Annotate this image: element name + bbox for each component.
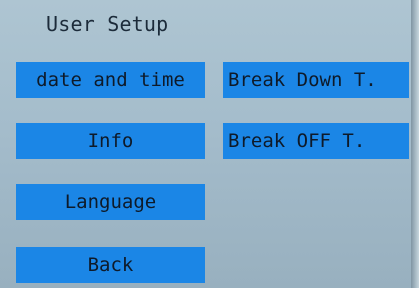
back-label: Back [87, 254, 134, 276]
break-down-time-label: Break Down T. [228, 69, 377, 91]
date-and-time-label: date and time [36, 69, 185, 91]
hmi-screen: User Setup date and time Break Down T. I… [0, 0, 419, 288]
break-off-time-label: Break OFF T. [228, 130, 366, 152]
language-label: Language [64, 191, 157, 213]
screen-bezel [411, 0, 419, 288]
date-and-time-button[interactable]: date and time [16, 62, 205, 98]
info-label: Info [87, 130, 134, 152]
info-button[interactable]: Info [16, 123, 205, 159]
break-down-time-button[interactable]: Break Down T. [223, 62, 409, 98]
break-off-time-button[interactable]: Break OFF T. [223, 123, 409, 159]
language-button[interactable]: Language [16, 184, 205, 220]
page-title: User Setup [46, 12, 169, 36]
back-button[interactable]: Back [16, 247, 205, 283]
